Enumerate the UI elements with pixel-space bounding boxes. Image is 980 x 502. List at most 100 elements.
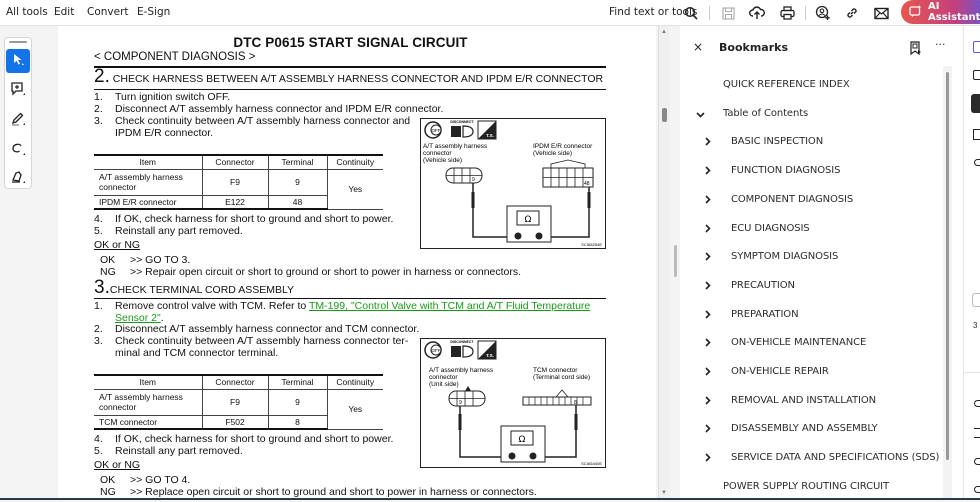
- list-item: 5. Reinstall any part removed.: [94, 225, 243, 237]
- scroll-up-arrow[interactable]: ▲: [661, 29, 667, 35]
- ipdm-connector: 48: [542, 159, 594, 188]
- select-tool[interactable]: [6, 49, 30, 73]
- scroll-thumb[interactable]: [662, 108, 667, 122]
- bookmark-item[interactable]: ECU DIAGNOSIS: [680, 222, 942, 244]
- svg-text:T.S.: T.S.: [486, 353, 494, 358]
- drag-handle[interactable]: [9, 41, 27, 43]
- menu-e-sign[interactable]: E-Sign: [137, 6, 170, 18]
- fill-sign-tool[interactable]: [6, 167, 30, 191]
- panel-resize-handle[interactable]: [674, 245, 677, 277]
- bookmarks-header: × Bookmarks ···: [680, 26, 963, 66]
- chevron-down-icon[interactable]: [696, 110, 705, 121]
- ai-assistant-button[interactable]: AI Assistant: [901, 0, 980, 24]
- bookmark-label: PRECAUTION: [731, 279, 795, 291]
- ok-or-ng-label: OK or NG: [94, 459, 141, 471]
- print-icon[interactable]: [777, 3, 797, 23]
- bookmark-add-icon[interactable]: [910, 40, 922, 59]
- list-item: 1. Remove control valve with TCM. Refer t…: [94, 300, 591, 324]
- rotate-icon[interactable]: [974, 400, 980, 407]
- mail-icon[interactable]: [871, 3, 891, 23]
- bookmark-item[interactable]: FUNCTION DIAGNOSIS: [680, 165, 942, 186]
- bookmark-item[interactable]: Table of Contents: [680, 108, 942, 129]
- ai-assistant-label: AI Assistant: [928, 1, 980, 23]
- chevron-right-icon[interactable]: [705, 453, 711, 465]
- bookmark-item[interactable]: PRECAUTION: [680, 279, 942, 301]
- bookmark-item[interactable]: QUICK REFERENCE INDEX: [680, 79, 942, 100]
- disconnect-badge: DISCONNECT: [450, 120, 474, 138]
- bookmark-item[interactable]: BASIC INSPECTION: [680, 136, 942, 157]
- bookmarks-scrollbar[interactable]: [946, 72, 949, 460]
- save-icon[interactable]: [718, 3, 738, 23]
- cross-reference-link-cont[interactable]: Sensor 2": [115, 312, 161, 324]
- attachments-icon[interactable]: [974, 159, 980, 166]
- share-user-icon[interactable]: [813, 3, 833, 23]
- ok-or-ng-label: OK or NG: [94, 239, 141, 251]
- chevron-right-icon[interactable]: [705, 195, 711, 207]
- svg-text:9: 9: [472, 177, 475, 183]
- add-comment-tool[interactable]: [6, 79, 30, 103]
- link-icon[interactable]: [842, 3, 862, 23]
- menu-convert[interactable]: Convert: [87, 6, 129, 18]
- chevron-right-icon[interactable]: [705, 310, 711, 322]
- pages-icon[interactable]: [973, 129, 980, 140]
- bookmark-item[interactable]: DISASSEMBLY AND ASSEMBLY: [680, 423, 942, 444]
- quick-tools-panel: [4, 37, 32, 189]
- chevron-right-icon[interactable]: [705, 137, 711, 149]
- document-scrollbar[interactable]: ▲ ▼: [658, 26, 670, 500]
- search-icon[interactable]: [681, 3, 701, 23]
- chevron-right-icon[interactable]: [705, 396, 711, 408]
- toolbar-divider: [805, 6, 806, 20]
- highlight-pen-icon: [10, 111, 26, 132]
- step-2-heading: 2. CHECK HARNESS BETWEEN A/T ASSEMBLY HA…: [94, 66, 603, 88]
- chevron-right-icon[interactable]: [705, 338, 711, 350]
- zoom-in-icon[interactable]: [974, 458, 980, 465]
- tester-badge: T.S.: [477, 120, 497, 140]
- more-options-icon[interactable]: ···: [935, 38, 946, 51]
- figure-code: SCIA5440E: [581, 461, 602, 466]
- bookmark-label: SERVICE DATA AND SPECIFICATIONS (SDS): [731, 452, 940, 464]
- bookmark-item[interactable]: COMPONENT DIAGNOSIS: [680, 194, 942, 215]
- bookmark-item[interactable]: REMOVAL AND INSTALLATION: [680, 395, 942, 416]
- chevron-right-icon[interactable]: [705, 281, 711, 293]
- fit-page-icon[interactable]: [974, 428, 980, 438]
- tcm-connector: 8: [522, 389, 592, 406]
- close-icon[interactable]: ×: [693, 40, 703, 54]
- scroll-down-arrow[interactable]: ▼: [661, 490, 667, 496]
- bookmark-label: ECU DIAGNOSIS: [731, 222, 810, 234]
- page-number-fragment: 3: [973, 321, 978, 330]
- svg-text:Ω: Ω: [519, 435, 526, 445]
- bookmark-label: DISASSEMBLY AND ASSEMBLY: [731, 423, 878, 435]
- step-number: 2.: [94, 66, 110, 87]
- bookmark-item[interactable]: SYMPTOM DIAGNOSIS: [680, 251, 942, 272]
- bookmark-item[interactable]: PREPARATION: [680, 309, 942, 330]
- list-item: 4. If OK, check harness for short to grou…: [94, 213, 394, 225]
- bookmarks-active-icon[interactable]: [971, 94, 980, 113]
- bookmark-item[interactable]: ON-VEHICLE REPAIR: [680, 366, 942, 387]
- upload-cloud-icon[interactable]: [747, 3, 767, 23]
- comments-icon[interactable]: [973, 70, 980, 80]
- draw-tool[interactable]: [6, 139, 30, 163]
- chevron-right-icon[interactable]: [705, 367, 711, 379]
- chevron-right-icon[interactable]: [705, 252, 711, 264]
- continuity-table: Item Connector Terminal Continuity A/T a…: [94, 154, 383, 210]
- ai-panel-icon[interactable]: [973, 41, 980, 53]
- ignition-off-badge: OFF: [424, 341, 442, 359]
- menu-all-tools[interactable]: All tools: [6, 6, 48, 18]
- chevron-right-icon[interactable]: [705, 223, 711, 236]
- chevron-right-icon[interactable]: [705, 424, 711, 436]
- bookmark-item[interactable]: SERVICE DATA AND SPECIFICATIONS (SDS): [680, 452, 942, 473]
- ignition-off-badge: OFF: [424, 121, 442, 139]
- menu-edit[interactable]: Edit: [54, 6, 74, 18]
- add-comment-icon: [10, 81, 26, 102]
- bookmark-label: QUICK REFERENCE INDEX: [723, 79, 850, 90]
- bookmark-item[interactable]: ON-VEHICLE MAINTENANCE: [680, 337, 942, 358]
- highlight-tool[interactable]: [6, 109, 30, 133]
- cross-reference-link[interactable]: TM-199, "Control Valve with TCM and A/T …: [309, 300, 590, 312]
- zoom-control[interactable]: [972, 293, 980, 307]
- svg-text:A/T assembly harness: A/T assembly harness: [429, 367, 494, 374]
- svg-text:connector: connector: [429, 374, 458, 381]
- table-row: A/T assembly harness connector F9 9 Yes: [94, 388, 383, 430]
- bookmarks-panel: × Bookmarks ··· QUICK REFERENCE INDEX Tab…: [680, 26, 963, 500]
- chevron-right-icon[interactable]: [705, 166, 711, 178]
- zoom-out-icon[interactable]: [974, 486, 980, 493]
